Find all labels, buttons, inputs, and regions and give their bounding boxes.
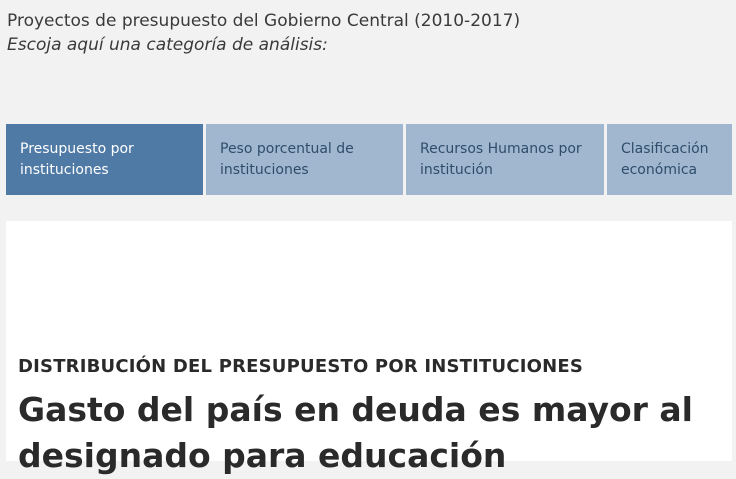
tab-clasificacion-economica[interactable]: Clasificación económica bbox=[607, 124, 732, 195]
tab-presupuesto-por-instituciones[interactable]: Presupuesto por instituciones bbox=[6, 124, 203, 195]
tab-peso-porcentual[interactable]: Peso porcentual de instituciones bbox=[206, 124, 403, 195]
content-panel: DISTRIBUCIÓN DEL PRESUPUESTO POR INSTITU… bbox=[6, 221, 732, 475]
section-kicker: DISTRIBUCIÓN DEL PRESUPUESTO POR INSTITU… bbox=[18, 356, 584, 377]
tab-label: Presupuesto por instituciones bbox=[20, 141, 134, 178]
page-header: Proyectos de presupuesto del Gobierno Ce… bbox=[7, 9, 520, 57]
tab-label: Peso porcentual de instituciones bbox=[220, 141, 354, 178]
page-title: Proyectos de presupuesto del Gobierno Ce… bbox=[7, 11, 521, 31]
category-tabs: Presupuesto por instituciones Peso porce… bbox=[6, 124, 732, 196]
tab-label: Clasificación económica bbox=[621, 141, 709, 178]
tab-label: Recursos Humanos por institución bbox=[420, 141, 582, 178]
article-headline: Gasto del país en deuda es mayor al desi… bbox=[18, 390, 693, 475]
page-subtitle: Escoja aquí una categoría de análisis: bbox=[7, 35, 328, 55]
tab-recursos-humanos[interactable]: Recursos Humanos por institución bbox=[406, 124, 604, 195]
